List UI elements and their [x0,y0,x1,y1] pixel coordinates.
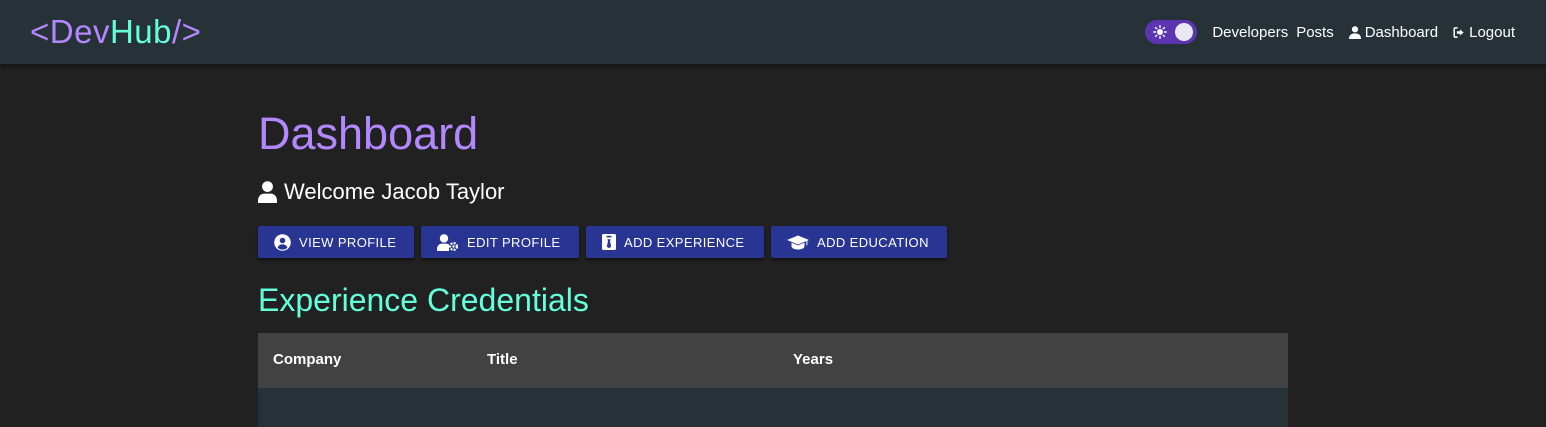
nav-link-dashboard[interactable]: Dashboard [1348,23,1439,41]
experience-heading: Experience Credentials [258,282,589,318]
user-cog-icon [437,233,458,251]
brand-close-bracket: /> [172,13,202,50]
column-header-title: Title [487,351,518,368]
welcome-message: Welcome Jacob Taylor [258,178,505,206]
theme-toggle[interactable] [1145,20,1198,44]
user-icon [258,181,277,203]
graduation-cap-icon [787,235,809,249]
id-badge-icon [602,234,616,250]
nav-link-posts[interactable]: Posts [1296,24,1334,41]
brand-dev: Dev [49,13,110,50]
nav-link-developers[interactable]: Developers [1212,24,1288,41]
column-header-company: Company [273,351,342,368]
page-title: Dashboard [258,108,479,159]
column-header-years: Years [793,351,834,368]
table-row [258,387,1288,427]
edit-profile-button[interactable]: EDIT PROFILE [421,226,579,258]
add-education-button[interactable]: ADD EDUCATION [771,226,947,258]
nav-links: Developers Posts Dashboard Logout [1145,20,1515,44]
view-profile-label: VIEW PROFILE [299,234,397,250]
add-education-label: ADD EDUCATION [817,234,929,250]
edit-profile-label: EDIT PROFILE [467,234,561,250]
user-icon [1348,25,1361,39]
nav-link-logout[interactable]: Logout [1453,24,1515,41]
sun-icon [1153,25,1168,39]
nav-link-posts-label: Posts [1296,23,1334,41]
add-experience-button[interactable]: ADD EXPERIENCE [586,226,764,258]
brand-logo[interactable]: <DevHub/> [30,12,201,52]
brand-open-bracket: < [30,13,50,50]
toggle-knob [1175,23,1194,41]
user-circle-icon [274,233,291,251]
brand-hub: Hub [109,13,173,50]
nav-link-dashboard-label: Dashboard [1364,23,1439,41]
add-experience-label: ADD EXPERIENCE [624,234,745,250]
table-header: Company Title Years [258,333,1288,387]
navbar: <DevHub/> Developers Posts Dashboard Log… [0,0,1546,64]
welcome-text: Welcome Jacob Taylor [284,179,505,204]
nav-link-developers-label: Developers [1212,23,1289,41]
view-profile-button[interactable]: VIEW PROFILE [258,226,414,258]
nav-link-logout-label: Logout [1469,23,1515,41]
logout-icon [1453,26,1464,38]
experience-table: Company Title Years [258,333,1288,427]
